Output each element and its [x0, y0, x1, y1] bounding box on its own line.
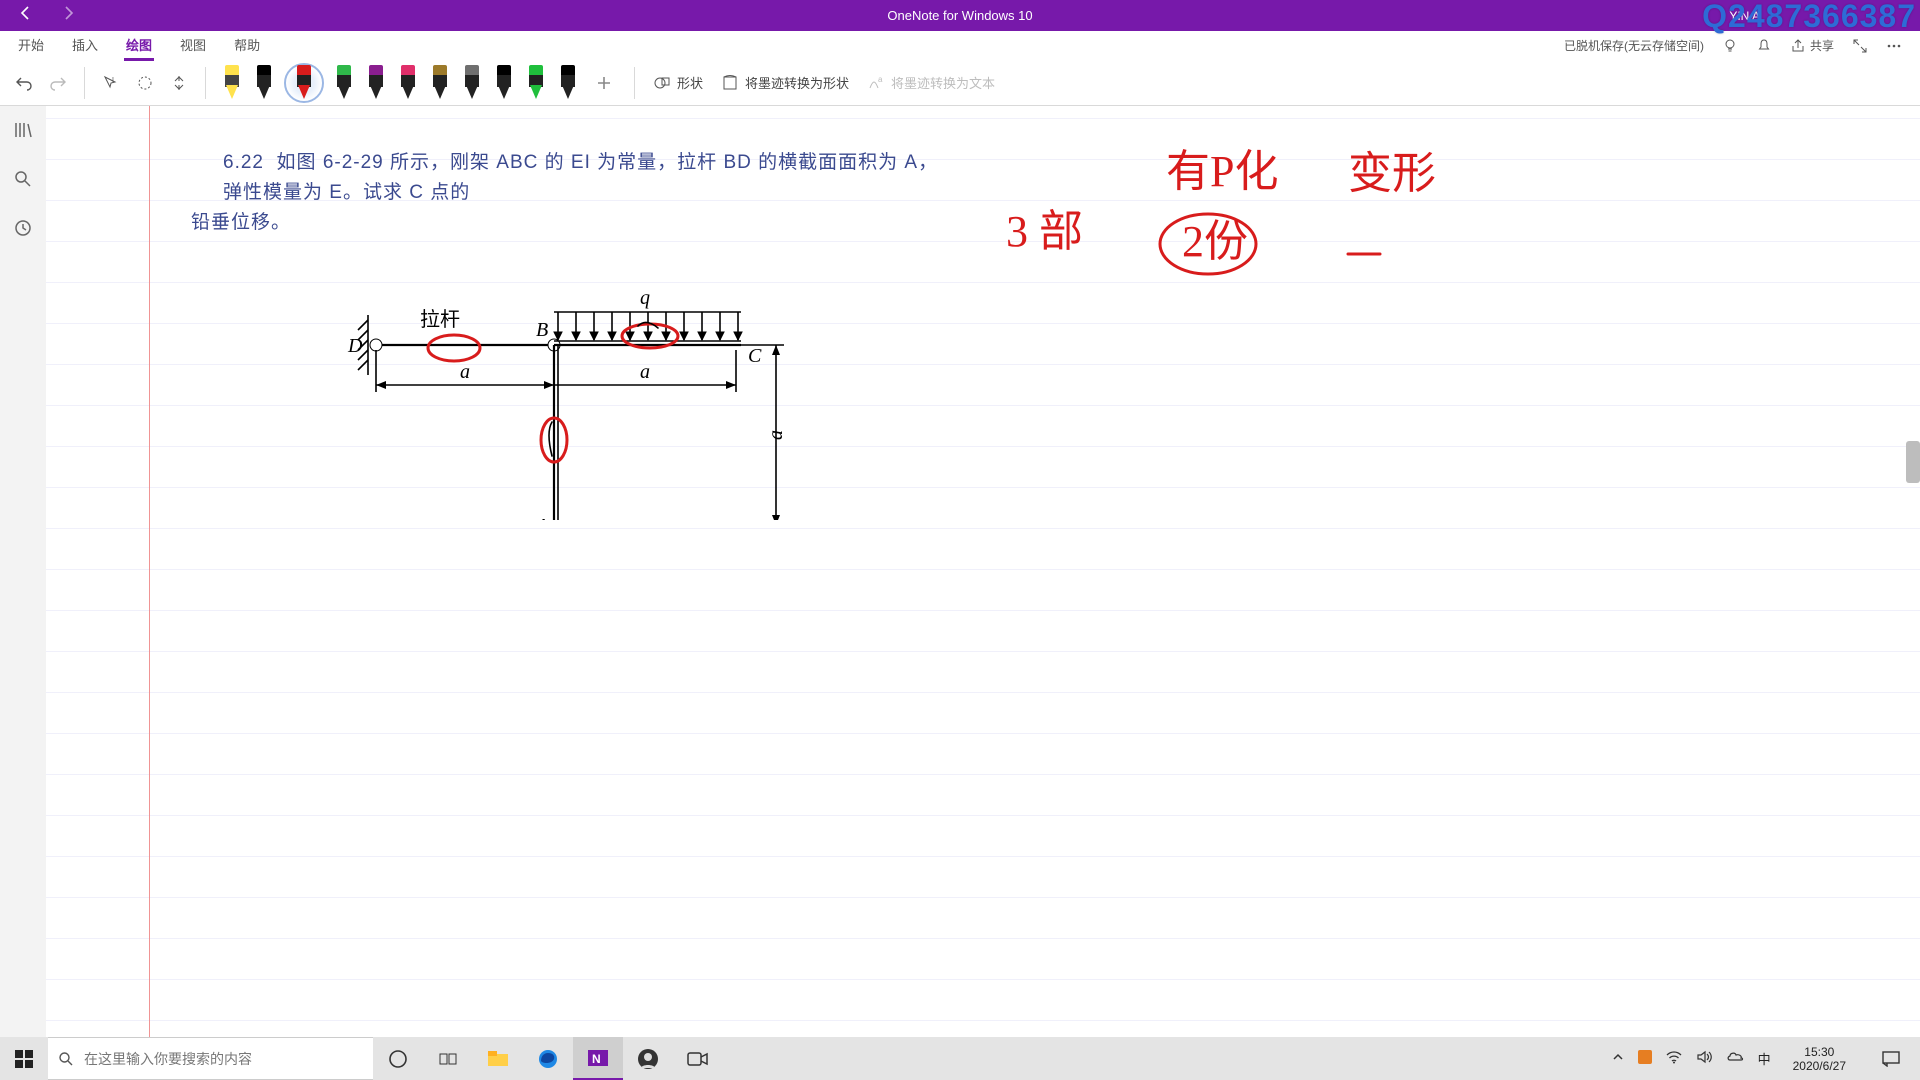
- pen-black-2[interactable]: [494, 65, 514, 101]
- pen-black-1[interactable]: [254, 65, 274, 101]
- file-explorer-icon[interactable]: [473, 1037, 523, 1080]
- back-icon[interactable]: [18, 5, 34, 26]
- svg-text:q: q: [640, 287, 650, 309]
- user-name[interactable]: YIN A: [1729, 9, 1920, 23]
- volume-icon[interactable]: [1696, 1050, 1712, 1067]
- fullscreen-icon[interactable]: [1852, 38, 1868, 54]
- windows-taskbar: 在这里输入你要搜索的内容 N 中 15:30 2020/6/27: [0, 1037, 1920, 1080]
- window-title: OneNote for Windows 10: [887, 8, 1032, 23]
- tab-home[interactable]: 开始: [16, 31, 46, 61]
- left-rail: [0, 106, 46, 1037]
- redo-button[interactable]: [44, 67, 72, 99]
- pen-pink[interactable]: [398, 65, 418, 101]
- tab-help[interactable]: 帮助: [232, 31, 262, 61]
- margin-line: [149, 106, 150, 1037]
- ink-to-text-button: a 将墨迹转换为文本: [861, 73, 1001, 92]
- forward-icon[interactable]: [60, 5, 76, 26]
- text-select-tool[interactable]: I: [97, 67, 125, 99]
- lightbulb-icon[interactable]: [1722, 38, 1738, 54]
- tab-insert[interactable]: 插入: [70, 31, 100, 61]
- pen-gallery: [218, 65, 622, 101]
- note-canvas[interactable]: 6.22 如图 6-2-29 所示，刚架 ABC 的 EI 为常量，拉杆 BD …: [46, 106, 1920, 1037]
- action-center-icon[interactable]: [1868, 1037, 1914, 1080]
- tray-chevron-icon[interactable]: [1612, 1051, 1624, 1066]
- task-view-icon[interactable]: [423, 1037, 473, 1080]
- ink-to-shape-label: 将墨迹转换为形状: [745, 73, 849, 92]
- ink-text-2: 有P化: [1166, 147, 1278, 196]
- onedrive-icon[interactable]: [1726, 1051, 1744, 1066]
- shapes-label: 形状: [677, 73, 703, 92]
- ink-to-text-label: 将墨迹转换为文本: [891, 73, 995, 92]
- system-tray: 中 15:30 2020/6/27: [1612, 1037, 1920, 1080]
- recent-icon[interactable]: [13, 218, 33, 243]
- taskbar-clock[interactable]: 15:30 2020/6/27: [1785, 1045, 1854, 1073]
- svg-text:a: a: [765, 430, 787, 440]
- pen-black-3[interactable]: [558, 65, 578, 101]
- problem-number: 6.22: [223, 152, 264, 173]
- handwriting-annotations: 3 部 有P化 2份 变形: [976, 136, 1476, 361]
- start-button[interactable]: [0, 1037, 48, 1080]
- svg-text:C: C: [748, 345, 762, 367]
- pen-gray[interactable]: [462, 65, 482, 101]
- svg-text:a: a: [878, 75, 883, 84]
- notebooks-icon[interactable]: [13, 120, 33, 145]
- svg-text:I: I: [112, 77, 114, 84]
- clock-date: 2020/6/27: [1793, 1059, 1846, 1073]
- onenote-icon[interactable]: N: [573, 1037, 623, 1080]
- ink-text-3: 2份: [1182, 217, 1248, 266]
- taskbar-search[interactable]: 在这里输入你要搜索的内容: [48, 1037, 373, 1080]
- scrollbar-thumb[interactable]: [1906, 441, 1920, 483]
- svg-text:B: B: [536, 319, 548, 341]
- meet-now-icon[interactable]: [673, 1037, 723, 1080]
- ribbon-draw: I 形状 将墨迹转换为形状 a 将墨迹转换为文本: [0, 60, 1920, 106]
- shapes-button[interactable]: 形状: [647, 73, 709, 92]
- ink-to-shape-button[interactable]: 将墨迹转换为形状: [715, 73, 855, 92]
- svg-text:a: a: [640, 361, 650, 383]
- cortana-icon[interactable]: [373, 1037, 423, 1080]
- ime-indicator[interactable]: 中: [1758, 1049, 1771, 1068]
- figure-diagram: D 拉杆 B C A q: [336, 200, 806, 520]
- pen-green-2[interactable]: [526, 65, 546, 101]
- lasso-tool[interactable]: [131, 67, 159, 99]
- menu-bar: 开始 插入 绘图 视图 帮助 已脱机保存(无云存储空间) 共享: [0, 31, 1920, 60]
- pen-purple[interactable]: [366, 65, 386, 101]
- search-icon[interactable]: [13, 169, 33, 194]
- title-bar: OneNote for Windows 10 YIN A: [0, 0, 1920, 31]
- problem-line1: 如图 6-2-29 所示，刚架 ABC 的 EI 为常量，拉杆 BD 的横截面面…: [223, 152, 938, 203]
- svg-text:拉杆: 拉杆: [420, 308, 460, 331]
- menu-tabs: 开始 插入 绘图 视图 帮助: [0, 31, 262, 61]
- tab-view[interactable]: 视图: [178, 31, 208, 61]
- insert-space-tool[interactable]: [165, 67, 193, 99]
- share-label: 共享: [1810, 37, 1834, 54]
- search-placeholder: 在这里输入你要搜索的内容: [84, 1049, 252, 1069]
- svg-text:N: N: [592, 1052, 601, 1066]
- add-pen-button[interactable]: [590, 67, 618, 99]
- tray-app-icon[interactable]: [1638, 1050, 1652, 1067]
- more-icon[interactable]: [1886, 38, 1902, 54]
- pen-red-selected[interactable]: [286, 65, 322, 101]
- search-icon: [58, 1051, 74, 1067]
- pen-olive[interactable]: [430, 65, 450, 101]
- svg-text:a: a: [460, 361, 470, 383]
- svg-text:D: D: [347, 335, 363, 357]
- pen-highlighter-yellow[interactable]: [222, 65, 242, 101]
- wifi-icon[interactable]: [1666, 1050, 1682, 1067]
- bell-icon[interactable]: [1756, 38, 1772, 54]
- pen-green[interactable]: [334, 65, 354, 101]
- ink-text-1: 3 部: [1006, 207, 1083, 256]
- share-button[interactable]: 共享: [1790, 37, 1834, 54]
- ink-text-4: 变形: [1348, 149, 1436, 198]
- undo-button[interactable]: [10, 67, 38, 99]
- edge-icon[interactable]: [523, 1037, 573, 1080]
- save-status: 已脱机保存(无云存储空间): [1564, 37, 1704, 54]
- tab-draw[interactable]: 绘图: [124, 31, 154, 61]
- svg-text:A: A: [534, 515, 549, 520]
- clock-time: 15:30: [1793, 1045, 1846, 1059]
- app-avatar-icon[interactable]: [623, 1037, 673, 1080]
